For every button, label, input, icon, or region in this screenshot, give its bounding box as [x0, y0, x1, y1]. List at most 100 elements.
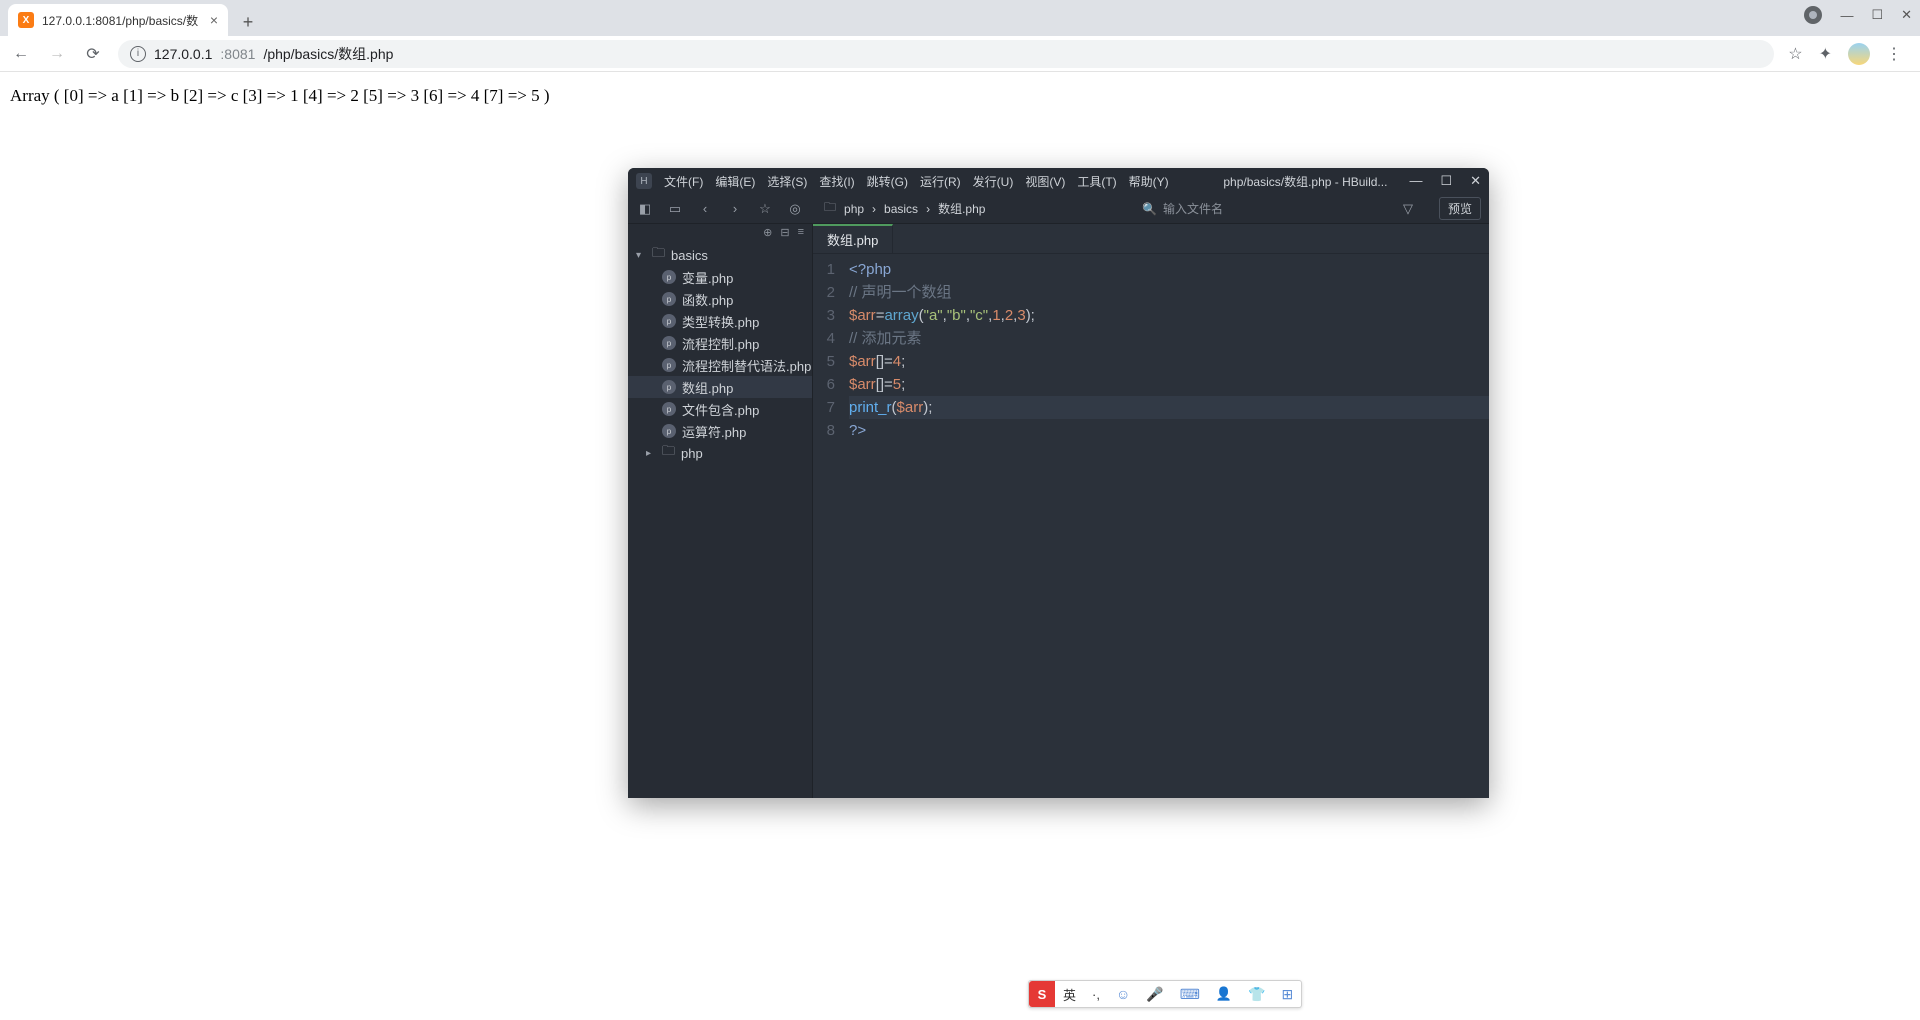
panel-left-icon[interactable]: ◧ — [636, 200, 654, 218]
folder-icon: 🗀 — [662, 442, 675, 464]
file-explorer: ⊕ ⊟ ≡ ▾🗀basicsp变量.phpp函数.phpp类型转换.phpp流程… — [628, 224, 813, 798]
editor-maximize-icon[interactable]: ☐ — [1440, 173, 1452, 189]
url-path: /php/basics/数组.php — [263, 44, 393, 64]
ime-keyboard-icon[interactable]: ⌨ — [1172, 986, 1208, 1003]
search-icon[interactable]: 🔍 — [1142, 202, 1157, 216]
tree-folder[interactable]: ▾🗀basics — [628, 244, 812, 266]
preview-button[interactable]: 预览 — [1439, 197, 1481, 220]
breadcrumb-item[interactable]: basics — [884, 202, 918, 216]
menu-item[interactable]: 编辑(E) — [715, 173, 755, 190]
forward-button[interactable]: → — [46, 43, 68, 65]
editor-main: 数组.php 12345678 <?php// 声明一个数组$arr=array… — [813, 224, 1489, 798]
ime-toolbar[interactable]: S 英 ·, ☺ 🎤 ⌨ 👤 👕 ⊞ — [1028, 980, 1302, 1008]
menu-item[interactable]: 帮助(Y) — [1129, 173, 1169, 190]
tree-file[interactable]: p文件包含.php — [628, 398, 812, 420]
chevron-right-icon: › — [926, 202, 930, 216]
collapse-icon[interactable]: ⊟ — [780, 226, 789, 240]
php-file-icon: p — [662, 336, 676, 350]
tree-file[interactable]: p 流程控制.php — [628, 332, 812, 354]
code-content[interactable]: <?php// 声明一个数组$arr=array("a","b","c",1,2… — [843, 254, 1489, 798]
menu-item[interactable]: 查找(I) — [819, 173, 854, 190]
breadcrumb-item[interactable]: php — [844, 202, 864, 216]
browser-toolbar: ← → ⟳ i 127.0.0.1:8081/php/basics/数组.php… — [0, 36, 1920, 72]
file-search-input[interactable] — [1163, 202, 1303, 216]
editor-toolbar: ◧ ▭ ‹ › ☆ ◎ 🗀 php › basics › 数组.php 🔍 ▽ … — [628, 194, 1489, 224]
line-gutter: 12345678 — [813, 254, 843, 798]
star-icon[interactable]: ☆ — [756, 200, 774, 218]
tree-file[interactable]: p 流程控制替代语法.php — [628, 354, 812, 376]
tree-file[interactable]: p 变量.php — [628, 266, 812, 288]
tree-file[interactable]: p类型转换.php — [628, 310, 812, 332]
add-icon[interactable]: ⊕ — [763, 226, 772, 240]
close-window-icon[interactable]: ✕ — [1901, 7, 1912, 23]
ime-emoji-icon[interactable]: ☺ — [1108, 986, 1138, 1002]
breadcrumb-item[interactable]: 数组.php — [938, 200, 985, 217]
extensions-icon[interactable]: ✦ — [1819, 44, 1832, 64]
file-label: 函数.php — [682, 290, 733, 309]
folder-icon: 🗀 — [652, 244, 665, 266]
ime-skin-icon[interactable]: 👕 — [1240, 986, 1273, 1003]
code-area[interactable]: 12345678 <?php// 声明一个数组$arr=array("a","b… — [813, 254, 1489, 798]
php-file-icon: p — [662, 424, 676, 438]
xampp-favicon-icon: X — [18, 12, 34, 28]
file-search: 🔍 ▽ — [1142, 200, 1417, 218]
folder-label: basics — [671, 248, 708, 263]
file-label: 流程控制替代语法.php — [682, 356, 811, 375]
editor-titlebar[interactable]: H 文件(F) 编辑(E) 选择(S) 查找(I) 跳转(G) 运行(R) 发行(U) 视图(… — [628, 168, 1489, 194]
editor-minimize-icon[interactable]: — — [1409, 173, 1422, 189]
folder-label: php — [681, 446, 703, 461]
menu-item[interactable]: 跳转(G) — [867, 173, 908, 190]
menu-item[interactable]: 选择(S) — [767, 173, 807, 190]
menu-item[interactable]: 发行(U) — [973, 173, 1014, 190]
user-avatar-icon[interactable] — [1848, 43, 1870, 65]
profile-icon[interactable] — [1804, 6, 1822, 24]
browser-tab[interactable]: X 127.0.0.1:8081/php/basics/数 × — [8, 4, 228, 36]
site-info-icon[interactable]: i — [130, 46, 146, 62]
close-icon[interactable]: × — [210, 12, 218, 28]
nav-forward-icon[interactable]: › — [726, 200, 744, 218]
filter-icon[interactable]: ▽ — [1399, 200, 1417, 218]
list-icon[interactable]: ≡ — [798, 226, 804, 240]
file-tabs: 数组.php — [813, 224, 1489, 254]
editor-close-icon[interactable]: ✕ — [1470, 173, 1481, 189]
bookmark-icon[interactable]: ☆ — [1788, 44, 1802, 64]
hbuilder-logo-icon: H — [636, 173, 652, 189]
php-file-icon: p — [662, 358, 676, 372]
menu-item[interactable]: 工具(T) — [1077, 173, 1116, 190]
editor-title-path: php/basics/数组.php - HBuild... — [1223, 173, 1387, 190]
breadcrumb: 🗀 php › basics › 数组.php — [824, 198, 985, 219]
nav-back-icon[interactable]: ‹ — [696, 200, 714, 218]
menu-item[interactable]: 运行(R) — [920, 173, 961, 190]
editor-menubar: 文件(F) 编辑(E) 选择(S) 查找(I) 跳转(G) 运行(R) 发行(U) 视图(V)… — [664, 173, 1169, 190]
tree-file[interactable]: p数组.php — [628, 376, 812, 398]
file-label: 文件包含.php — [682, 400, 759, 419]
reload-button[interactable]: ⟳ — [82, 43, 104, 65]
file-label: 流程控制.php — [682, 334, 759, 353]
editor-window: H 文件(F) 编辑(E) 选择(S) 查找(I) 跳转(G) 运行(R) 发行(U) 视图(… — [628, 168, 1489, 798]
back-button[interactable]: ← — [10, 43, 32, 65]
file-tree: ▾🗀basicsp变量.phpp函数.phpp类型转换.phpp流程控制.php… — [628, 242, 812, 466]
file-tab-active[interactable]: 数组.php — [813, 224, 893, 253]
php-file-icon: p — [662, 314, 676, 328]
page-output: Array ( [0] => a [1] => b [2] => c [3] =… — [0, 72, 1920, 120]
php-file-icon: p — [662, 270, 676, 284]
sogou-logo-icon[interactable]: S — [1029, 981, 1055, 1007]
maximize-icon[interactable]: ☐ — [1871, 7, 1883, 23]
panel-bottom-icon[interactable]: ▭ — [666, 200, 684, 218]
minimize-icon[interactable]: — — [1840, 8, 1853, 23]
new-tab-button[interactable]: + — [234, 8, 262, 36]
tree-file[interactable]: p运算符.php — [628, 420, 812, 442]
ime-user-icon[interactable]: 👤 — [1208, 986, 1240, 1002]
ime-toolbox-icon[interactable]: ⊞ — [1274, 986, 1302, 1003]
file-label: 变量.php — [682, 268, 733, 287]
ime-punct-icon[interactable]: ·, — [1084, 987, 1108, 1002]
menu-item[interactable]: 视图(V) — [1025, 173, 1065, 190]
address-bar[interactable]: i 127.0.0.1:8081/php/basics/数组.php — [118, 40, 1774, 68]
menu-icon[interactable]: ⋮ — [1886, 44, 1902, 64]
menu-item[interactable]: 文件(F) — [664, 173, 703, 190]
tree-file[interactable]: p函数.php — [628, 288, 812, 310]
ime-voice-icon[interactable]: 🎤 — [1138, 986, 1171, 1003]
tree-folder[interactable]: ▸🗀php — [628, 442, 812, 464]
target-icon[interactable]: ◎ — [786, 200, 804, 218]
ime-language[interactable]: 英 — [1055, 985, 1084, 1004]
